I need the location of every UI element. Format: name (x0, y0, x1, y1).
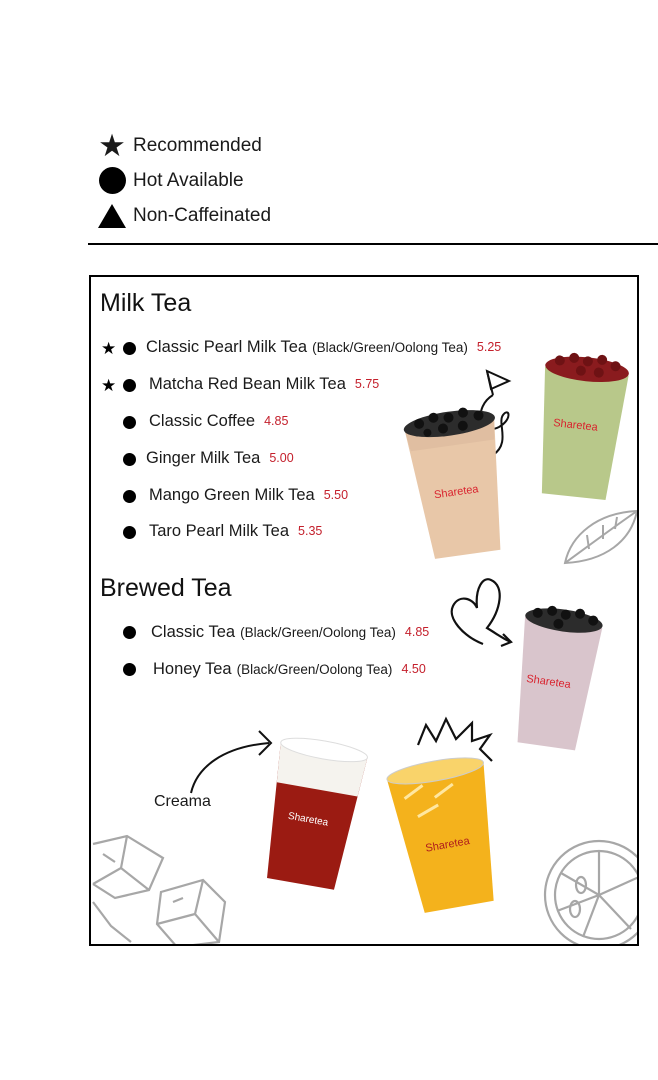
item-name: Taro Pearl Milk Tea (149, 521, 290, 540)
circle-icon (97, 166, 127, 196)
item-name: Classic Coffee (149, 411, 256, 430)
drink-image-matcha-red-bean: Sharetea (541, 352, 629, 500)
star-icon: ★ (101, 339, 117, 358)
heart-arrow-doodle-icon (450, 578, 513, 648)
item-price: 4.85 (404, 625, 430, 639)
divider (88, 243, 658, 245)
item-price: 5.35 (298, 524, 323, 538)
item-price: 5.50 (323, 488, 349, 502)
circle-icon (123, 626, 136, 639)
circle-icon (123, 453, 136, 466)
item-price: 5.00 (269, 451, 294, 465)
item-name: Matcha Red Bean Milk Tea (149, 374, 346, 393)
section-title-milk-tea: Milk Tea (100, 289, 192, 317)
ice-cubes-doodle-icon (92, 834, 227, 944)
circle-icon (123, 342, 136, 355)
leaf-doodle-icon (563, 509, 637, 565)
item-note: (Black/Green/Oolong Tea) (312, 339, 468, 355)
item-name: Mango Green Milk Tea (149, 485, 315, 504)
item-price: 4.50 (401, 662, 426, 676)
orange-slice-doodle-icon (543, 839, 637, 944)
legend-recommended: ★ Recommended (97, 128, 271, 163)
circle-icon (123, 379, 136, 392)
section-title-brewed-tea: Brewed Tea (100, 574, 232, 602)
circle-icon (123, 526, 136, 539)
item-name: Classic Tea (151, 622, 236, 641)
item-price: 5.25 (476, 340, 502, 354)
item-price: 4.85 (264, 414, 289, 428)
item-name: Ginger Milk Tea (146, 448, 261, 467)
drink-image-creama-tea: Sharetea (267, 737, 368, 890)
item-name: Classic Pearl Milk Tea (146, 337, 308, 356)
drink-image-honey-tea: Sharetea (386, 757, 494, 913)
drink-image-taro: Sharetea (517, 605, 603, 751)
item-note: (Black/Green/Oolong Tea) (236, 661, 393, 677)
circle-icon (123, 490, 136, 503)
triangle-icon (97, 201, 127, 231)
drink-image-milk-tea: Sharetea (403, 407, 501, 559)
star-icon: ★ (98, 127, 126, 163)
legend-non-caffeinated: Non-Caffeinated (97, 198, 271, 233)
circle-icon (123, 663, 136, 676)
creama-annotation: Creama (154, 793, 211, 810)
legend-hot-label: Hot Available (133, 169, 244, 191)
legend-non-caffeinated-label: Non-Caffeinated (133, 204, 272, 226)
star-icon: ★ (101, 376, 117, 395)
legend-recommended-label: Recommended (133, 134, 262, 156)
item-note: (Black/Green/Oolong Tea) (240, 624, 396, 640)
menu-panel: Sharetea Sharetea Sharetea Sharetea Shar… (89, 275, 639, 946)
item-name: Honey Tea (153, 659, 232, 678)
legend: ★ Recommended Hot Available Non-Caffeina… (97, 128, 271, 233)
item-price: 5.75 (354, 377, 380, 391)
legend-hot: Hot Available (97, 163, 271, 198)
circle-icon (123, 416, 136, 429)
